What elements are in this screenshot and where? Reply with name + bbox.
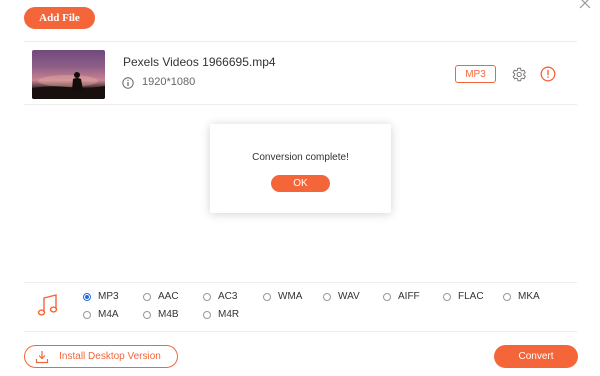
- file-resolution: 1920*1080: [142, 76, 196, 88]
- file-row-divider: [24, 104, 577, 105]
- format-label: AIFF: [398, 291, 420, 302]
- format-label: MP3: [98, 291, 119, 302]
- format-label: M4R: [218, 309, 240, 320]
- convert-button[interactable]: Convert: [494, 345, 578, 368]
- format-label: AC3: [218, 291, 238, 302]
- top-divider: [24, 41, 577, 42]
- format-label: WMA: [278, 291, 303, 302]
- radio-button[interactable]: [443, 292, 451, 301]
- output-format-button[interactable]: MP3: [455, 65, 496, 83]
- format-radio-m4b[interactable]: M4B: [143, 309, 179, 320]
- radio-button[interactable]: [503, 292, 511, 301]
- format-label: WAV: [338, 291, 360, 302]
- radio-button[interactable]: [203, 310, 211, 319]
- radio-button[interactable]: [83, 292, 91, 301]
- format-radio-aac[interactable]: AAC: [143, 291, 179, 302]
- gear-icon[interactable]: [510, 66, 527, 83]
- music-note-icon: [37, 293, 59, 318]
- file-name: Pexels Videos 1966695.mp4: [123, 55, 276, 69]
- radio-button[interactable]: [263, 292, 271, 301]
- close-icon[interactable]: [578, 0, 592, 10]
- video-thumbnail: [32, 50, 105, 99]
- add-file-button[interactable]: Add File: [24, 7, 95, 29]
- format-radio-m4r[interactable]: M4R: [203, 309, 239, 320]
- format-radio-flac[interactable]: FLAC: [443, 291, 484, 302]
- conversion-complete-dialog: Conversion complete! OK: [210, 124, 391, 213]
- formats-top-divider: [24, 282, 577, 283]
- radio-button[interactable]: [323, 292, 331, 301]
- dialog-message: Conversion complete!: [252, 152, 349, 163]
- format-label: MKA: [518, 291, 540, 302]
- formats-bottom-divider: [24, 331, 577, 332]
- alert-icon[interactable]: [540, 66, 556, 82]
- format-radio-mka[interactable]: MKA: [503, 291, 540, 302]
- format-radio-mp3[interactable]: MP3: [83, 291, 119, 302]
- radio-button[interactable]: [143, 310, 151, 319]
- format-label: M4B: [158, 309, 179, 320]
- info-icon[interactable]: [122, 76, 134, 89]
- format-label: FLAC: [458, 291, 484, 302]
- format-radio-m4a[interactable]: M4A: [83, 309, 119, 320]
- install-desktop-version-button[interactable]: Install Desktop Version: [24, 345, 178, 368]
- install-label: Install Desktop Version: [59, 351, 161, 362]
- format-radio-ac3[interactable]: AC3: [203, 291, 237, 302]
- radio-button[interactable]: [83, 310, 91, 319]
- ok-button[interactable]: OK: [271, 175, 330, 192]
- format-radio-wma[interactable]: WMA: [263, 291, 302, 302]
- radio-button[interactable]: [143, 292, 151, 301]
- format-radio-aiff[interactable]: AIFF: [383, 291, 420, 302]
- format-radio-wav[interactable]: WAV: [323, 291, 360, 302]
- radio-button[interactable]: [203, 292, 211, 301]
- format-label: M4A: [98, 309, 119, 320]
- format-label: AAC: [158, 291, 179, 302]
- radio-button[interactable]: [383, 292, 391, 301]
